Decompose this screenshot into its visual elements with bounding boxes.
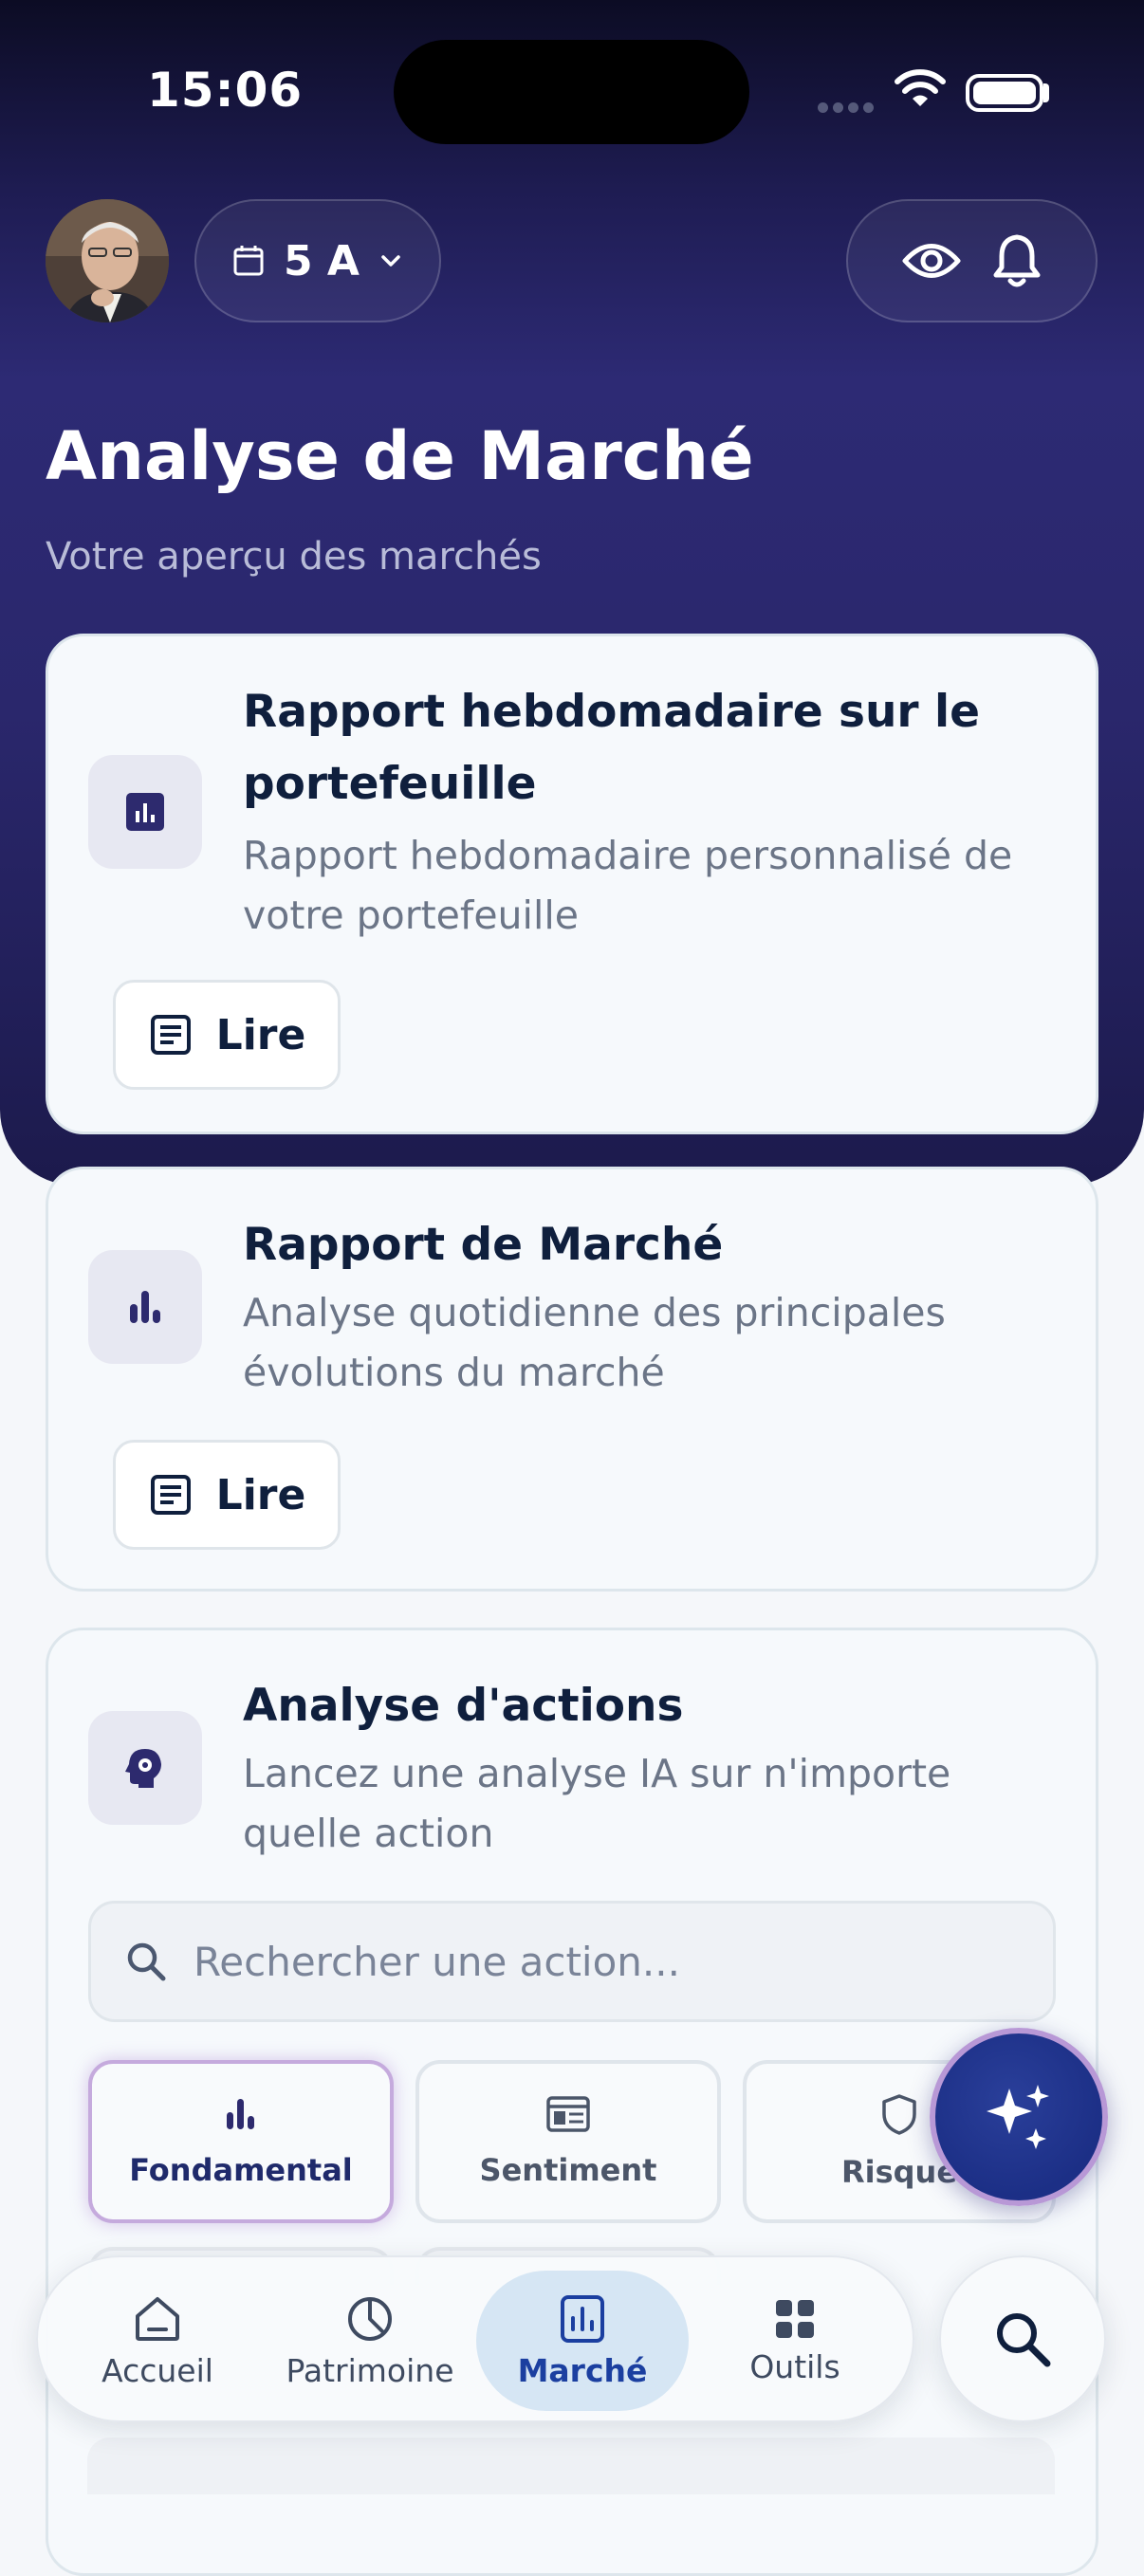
chevron-down-icon bbox=[381, 255, 400, 267]
status-bar: 15:06 bbox=[0, 0, 1144, 180]
period-label: 5 A bbox=[284, 236, 360, 285]
tab-label: Outils bbox=[749, 2347, 840, 2385]
newspaper-icon bbox=[546, 2096, 590, 2132]
chart-icon bbox=[561, 2294, 604, 2343]
ai-assistant-button[interactable] bbox=[930, 2028, 1108, 2206]
tab-outils[interactable]: Outils bbox=[689, 2271, 901, 2411]
brain-gear-icon bbox=[125, 1749, 161, 1788]
read-button[interactable]: Lire bbox=[113, 1440, 341, 1550]
card-title: Analyse d'actions bbox=[243, 1680, 684, 1732]
status-time: 15:06 bbox=[147, 63, 304, 118]
search-icon bbox=[127, 1942, 166, 1981]
battery-icon bbox=[966, 74, 1043, 112]
dynamic-island bbox=[394, 40, 749, 144]
eye-icon[interactable] bbox=[902, 239, 961, 283]
wifi-icon bbox=[895, 69, 946, 106]
tab-label: Accueil bbox=[101, 2351, 213, 2389]
read-button[interactable]: Lire bbox=[113, 980, 341, 1090]
bar-chart-icon bbox=[130, 1291, 160, 1323]
card-icon-box bbox=[88, 1711, 202, 1825]
card-icon-box bbox=[88, 1250, 202, 1364]
stock-search-field[interactable] bbox=[88, 1901, 1056, 2022]
card-title: Rapport de Marché bbox=[243, 1219, 724, 1271]
card-description: Lancez une analyse IA sur n'importe quel… bbox=[243, 1751, 951, 1856]
card-description: Rapport hebdomadaire personnalisé de vot… bbox=[243, 833, 1013, 938]
header-actions bbox=[846, 199, 1098, 322]
shield-icon bbox=[882, 2094, 916, 2135]
weekly-portfolio-report-card[interactable]: Rapport hebdomadaire sur le portefeuille… bbox=[46, 634, 1098, 1134]
tab-marche[interactable]: Marché bbox=[476, 2271, 689, 2411]
cellular-signal-icon bbox=[818, 99, 878, 113]
tab-label: Marché bbox=[517, 2351, 648, 2389]
global-search-button[interactable] bbox=[939, 2255, 1106, 2422]
analysis-type-sentiment[interactable]: Sentiment bbox=[415, 2060, 721, 2223]
tab-accueil[interactable]: Accueil bbox=[51, 2271, 264, 2411]
page-title: Analyse de Marché bbox=[46, 417, 754, 495]
search-icon bbox=[997, 2313, 1051, 2367]
analysis-type-fondamental[interactable]: Fondamental bbox=[88, 2060, 394, 2223]
card-description: Analyse quotidienne des principales évol… bbox=[243, 1290, 946, 1395]
card-icon-box bbox=[88, 755, 202, 869]
read-button-label: Lire bbox=[215, 1470, 306, 1519]
bottom-tab-bar: Accueil Patrimoine Marché Outils bbox=[36, 2255, 914, 2422]
page-subtitle: Votre aperçu des marchés bbox=[46, 535, 542, 579]
grid-icon bbox=[776, 2299, 814, 2338]
document-icon bbox=[150, 1015, 191, 1055]
market-report-card[interactable]: Rapport de Marché Analyse quotidienne de… bbox=[46, 1167, 1098, 1592]
sparkles-icon bbox=[987, 2085, 1049, 2149]
calendar-icon bbox=[233, 246, 264, 276]
analysis-type-label: Fondamental bbox=[129, 2152, 353, 2188]
bar-chart-box-icon bbox=[126, 793, 164, 831]
stock-search-input[interactable] bbox=[192, 1937, 1030, 1986]
pie-chart-icon bbox=[348, 2296, 392, 2341]
analysis-type-label: Sentiment bbox=[479, 2152, 657, 2188]
avatar-portrait bbox=[46, 199, 169, 322]
avatar[interactable] bbox=[46, 199, 169, 322]
next-card-peek bbox=[87, 2438, 1055, 2494]
tab-patrimoine[interactable]: Patrimoine bbox=[264, 2271, 476, 2411]
bell-icon[interactable] bbox=[992, 233, 1042, 288]
document-icon bbox=[150, 1475, 191, 1515]
card-title: Rapport hebdomadaire sur le portefeuille bbox=[243, 686, 980, 810]
bar-chart-icon bbox=[227, 2099, 254, 2129]
read-button-label: Lire bbox=[215, 1010, 306, 1059]
home-icon bbox=[136, 2296, 179, 2341]
period-selector[interactable]: 5 A bbox=[194, 199, 441, 322]
tab-label: Patrimoine bbox=[286, 2351, 454, 2389]
